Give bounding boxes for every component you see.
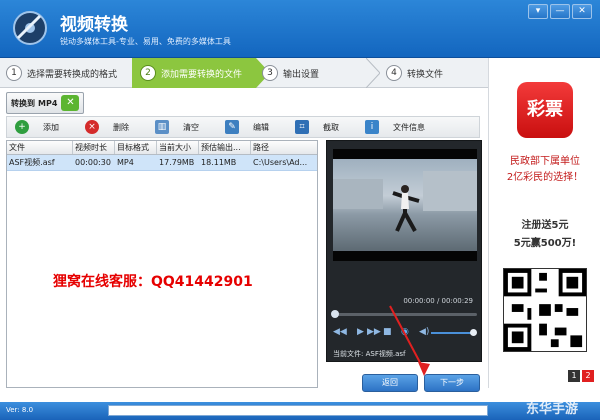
volume-knob[interactable] bbox=[470, 329, 477, 336]
ad-line1: 民政部下属单位 bbox=[510, 156, 580, 167]
delete-label: 删除 bbox=[113, 122, 129, 132]
close-button[interactable]: ✕ bbox=[572, 4, 592, 19]
minimize-button[interactable]: — bbox=[550, 4, 570, 19]
step-label: 输出设置 bbox=[283, 69, 320, 80]
next-button[interactable]: 下一步 bbox=[424, 374, 480, 392]
step-4[interactable]: 4 转换文件 bbox=[386, 58, 486, 88]
col-duration[interactable]: 视频时长 bbox=[73, 141, 115, 154]
col-format[interactable]: 目标格式 bbox=[115, 141, 157, 154]
delete-icon: × bbox=[85, 120, 99, 134]
convert-format: MP4 bbox=[38, 98, 58, 108]
edit-label: 编辑 bbox=[253, 122, 269, 132]
back-button[interactable]: 返回 bbox=[362, 374, 418, 392]
tools-icon: ✕ bbox=[61, 95, 80, 111]
ad-line3: 注册送5元 bbox=[521, 220, 569, 231]
app-title: 视频转换 bbox=[60, 15, 128, 35]
step-number: 2 bbox=[140, 65, 156, 81]
crop-icon: ⌗ bbox=[295, 120, 309, 134]
pointer-arrow-icon bbox=[389, 305, 430, 376]
cell-duration: 00:00:30 bbox=[75, 158, 111, 167]
video-frame bbox=[333, 149, 477, 261]
step-number: 4 bbox=[386, 65, 402, 81]
ad-pager: 1 2 bbox=[568, 370, 594, 382]
file-info-button[interactable]: i 文件信息 bbox=[357, 120, 425, 134]
step-number: 3 bbox=[262, 65, 278, 81]
cell-format: MP4 bbox=[117, 158, 134, 167]
video-image bbox=[333, 159, 477, 251]
ad-page-2[interactable]: 2 bbox=[582, 370, 594, 382]
cell-estimated: 18.11MB bbox=[201, 158, 237, 167]
menu-button[interactable]: ▾ bbox=[528, 4, 548, 19]
crop-button[interactable]: ⌗ 截取 bbox=[287, 120, 339, 134]
cell-size: 17.79MB bbox=[159, 158, 195, 167]
step-label: 选择需要转换成的格式 bbox=[27, 69, 118, 80]
title-bar: 视频转换 锐动多媒体工具-专业、易用、免费的多媒体工具 ▾ — ✕ bbox=[0, 0, 600, 58]
col-size[interactable]: 当前大小 bbox=[157, 141, 199, 154]
table-row[interactable]: ASF视频.asf 00:00:30 MP4 17.79MB 18.11MB C… bbox=[7, 155, 317, 171]
ad-panel[interactable]: 彩票 民政部下属单位 2亿彩民的选择！ 注册送5元 5元赢500万! 1 2 bbox=[488, 58, 600, 388]
add-icon: + bbox=[15, 120, 29, 134]
forward-icon[interactable]: ▶▶ bbox=[367, 327, 381, 337]
clear-button[interactable]: ▥ 清空 bbox=[147, 120, 199, 134]
table-header: 文件 视频时长 目标格式 当前大小 预估输出... 路径 bbox=[7, 141, 317, 155]
ad-line2: 2亿彩民的选择！ bbox=[506, 172, 584, 183]
play-icon[interactable]: ▶ bbox=[357, 327, 364, 337]
info-icon: i bbox=[365, 120, 379, 134]
seek-knob[interactable] bbox=[331, 310, 339, 318]
step-arrow-icon bbox=[366, 58, 380, 88]
cell-path: C:\Users\Ad... bbox=[253, 158, 308, 167]
file-list: 文件 视频时长 目标格式 当前大小 预估输出... 路径 ASF视频.asf 0… bbox=[6, 140, 318, 388]
col-file[interactable]: 文件 bbox=[7, 141, 73, 154]
step-label: 转换文件 bbox=[407, 69, 444, 80]
crop-label: 截取 bbox=[323, 122, 339, 132]
convert-format-button[interactable]: 转换到 MP4 ✕ bbox=[6, 92, 85, 114]
file-info-label: 文件信息 bbox=[393, 122, 425, 132]
ad-page-1[interactable]: 1 bbox=[568, 370, 580, 382]
file-toolbar: + 添加 × 删除 ▥ 清空 ✎ 编辑 ⌗ 截取 i 文件信息 bbox=[6, 116, 480, 138]
add-label: 添加 bbox=[43, 122, 59, 132]
app-subtitle: 锐动多媒体工具-专业、易用、免费的多媒体工具 bbox=[60, 37, 231, 46]
app-logo-icon bbox=[13, 11, 47, 45]
rewind-icon[interactable]: ◀◀ bbox=[333, 327, 347, 337]
qr-code-icon bbox=[503, 268, 587, 352]
edit-button[interactable]: ✎ 编辑 bbox=[217, 120, 269, 134]
service-text: 狸窝在线客服：QQ41442901 bbox=[53, 274, 253, 290]
status-progress bbox=[108, 405, 488, 416]
cell-file: ASF视频.asf bbox=[9, 158, 55, 167]
step-1[interactable]: 1 选择需要转换成的格式 bbox=[0, 58, 132, 88]
col-estimated[interactable]: 预估输出... bbox=[199, 141, 251, 154]
step-2[interactable]: 2 添加需要转换的文件 bbox=[132, 58, 256, 88]
delete-button[interactable]: × 删除 bbox=[77, 120, 129, 134]
dancer-figure-icon bbox=[333, 171, 477, 232]
ad-line4: 5元赢500万! bbox=[513, 238, 577, 249]
col-path[interactable]: 路径 bbox=[251, 141, 317, 154]
add-button[interactable]: + 添加 bbox=[7, 120, 59, 134]
watermark: 东华手游 bbox=[525, 402, 578, 417]
step-label: 添加需要转换的文件 bbox=[161, 69, 243, 80]
clear-label: 清空 bbox=[183, 122, 199, 132]
status-bar: Ver: 8.0 东华手游 bbox=[0, 402, 600, 420]
step-number: 1 bbox=[6, 65, 22, 81]
edit-icon: ✎ bbox=[225, 120, 239, 134]
version-label: Ver: 8.0 bbox=[6, 406, 34, 414]
step-bar: 1 选择需要转换成的格式 2 添加需要转换的文件 3 输出设置 4 转换文件 bbox=[0, 58, 488, 88]
step-3[interactable]: 3 输出设置 bbox=[262, 58, 380, 88]
lottery-logo: 彩票 bbox=[517, 82, 573, 138]
clear-icon: ▥ bbox=[155, 120, 169, 134]
convert-label: 转换到 bbox=[11, 98, 35, 108]
